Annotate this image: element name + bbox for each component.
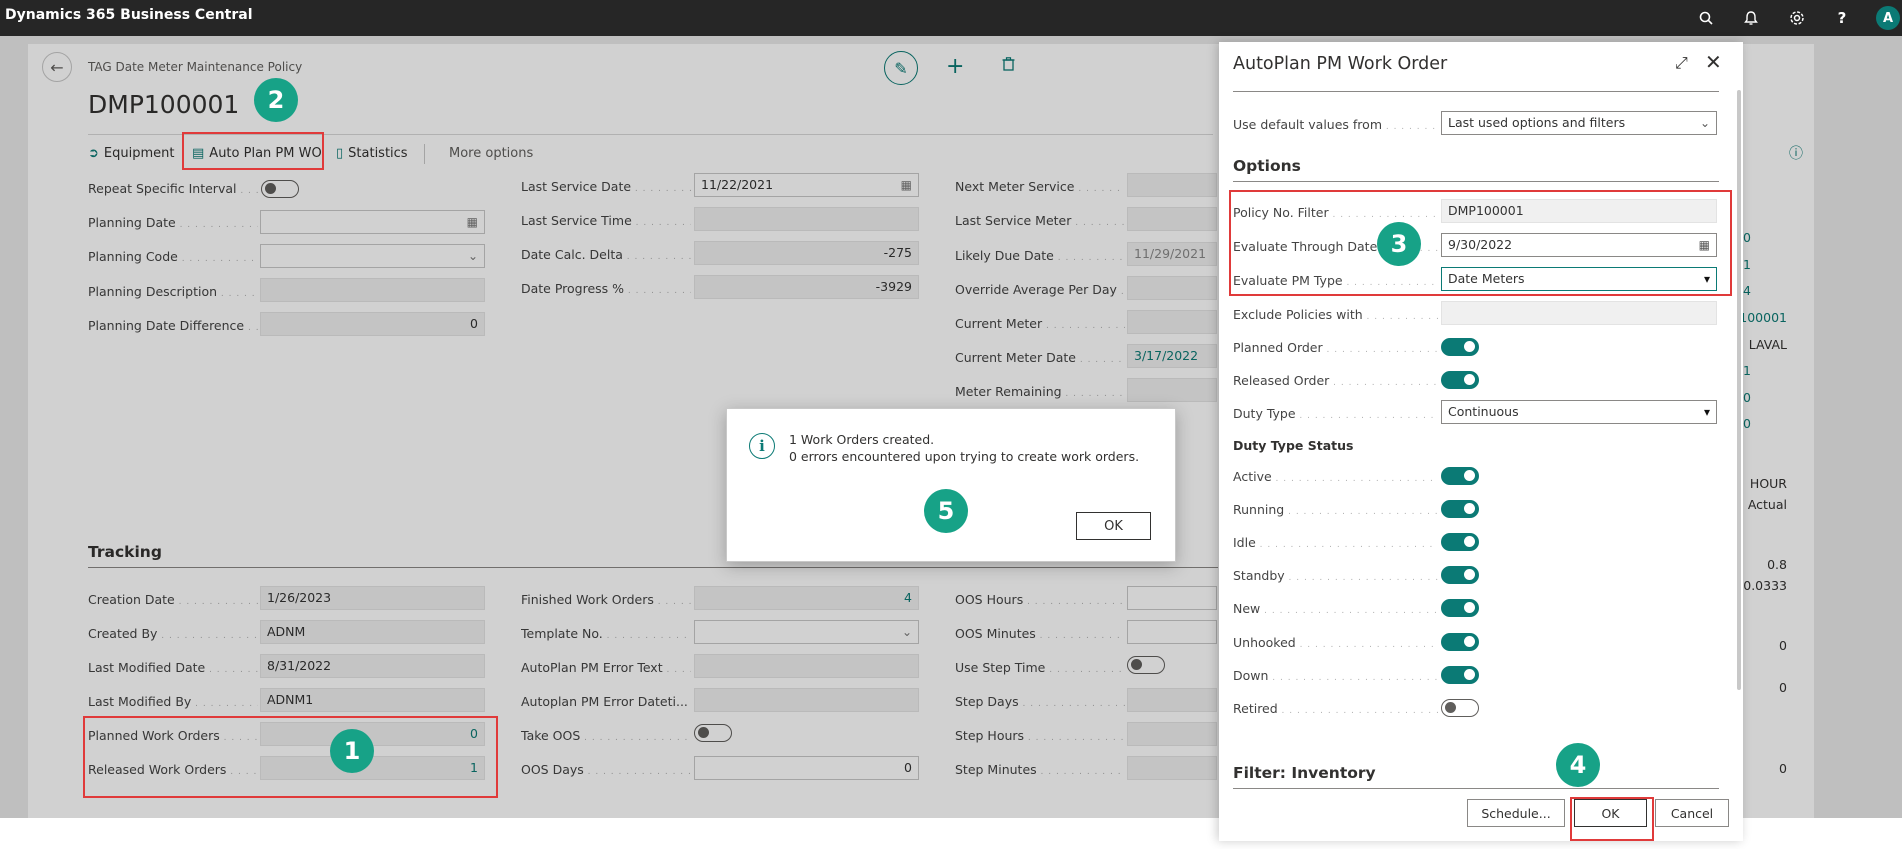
search-icon[interactable] (1696, 8, 1716, 28)
status-retired-label: Retired (1233, 701, 1438, 716)
status-down-toggle[interactable] (1441, 666, 1479, 684)
expand-icon[interactable]: ⤢ (1675, 53, 1688, 73)
status-standby-toggle[interactable] (1441, 566, 1479, 584)
status-standby-label: Standby (1233, 568, 1438, 583)
panel-scrollbar[interactable] (1737, 90, 1741, 690)
gear-icon[interactable] (1787, 8, 1807, 28)
status-unhooked-toggle[interactable] (1441, 633, 1479, 651)
duty-type-label: Duty Type (1233, 406, 1438, 421)
callout-5: 5 (924, 489, 968, 533)
status-down-label: Down (1233, 668, 1438, 683)
status-idle-label: Idle (1233, 535, 1438, 550)
planned-order-toggle[interactable] (1441, 338, 1479, 356)
help-icon[interactable]: ? (1832, 8, 1852, 28)
avatar[interactable]: A (1876, 6, 1900, 30)
default-values-label: Use default values from (1233, 117, 1438, 132)
released-order-toggle[interactable] (1441, 371, 1479, 389)
filter-divider (1233, 788, 1719, 789)
default-values-select[interactable]: Last used options and filters ⌄ (1441, 111, 1717, 135)
panel-title-divider (1233, 91, 1719, 92)
bell-icon[interactable] (1741, 8, 1761, 28)
panel-cancel-button[interactable]: Cancel (1655, 799, 1729, 827)
status-active-label: Active (1233, 469, 1438, 484)
top-bar: Dynamics 365 Business Central ? A (0, 0, 1902, 36)
info-icon: i (749, 433, 775, 459)
annotation-box-4 (1570, 797, 1654, 841)
chevron-down-icon: ⌄ (1699, 116, 1710, 130)
duty-type-value: Continuous (1448, 404, 1519, 419)
panel-title: AutoPlan PM Work Order (1233, 54, 1448, 74)
dialog-message-line: 1 Work Orders created. (789, 432, 935, 447)
callout-4: 4 (1556, 743, 1600, 787)
status-active-toggle[interactable] (1441, 467, 1479, 485)
close-icon[interactable]: ✕ (1705, 50, 1722, 74)
status-running-toggle[interactable] (1441, 500, 1479, 518)
dialog-ok-button[interactable]: OK (1076, 512, 1151, 540)
chevron-down-icon: ▾ (1703, 405, 1710, 419)
released-order-label: Released Order (1233, 373, 1438, 388)
callout-2: 2 (254, 78, 298, 122)
status-retired-toggle[interactable] (1441, 699, 1479, 717)
options-title[interactable]: Options (1233, 157, 1301, 175)
status-new-label: New (1233, 601, 1438, 616)
dialog-message: 1 Work Orders created. 0 errors encounte… (789, 431, 1139, 465)
status-new-toggle[interactable] (1441, 599, 1479, 617)
status-running-label: Running (1233, 502, 1438, 517)
dialog-message-line: 0 errors encountered upon trying to crea… (789, 449, 1140, 464)
autoplan-panel: AutoPlan PM Work Order ⤢ ✕ Use default v… (1219, 42, 1743, 841)
duty-type-select[interactable]: Continuous ▾ (1441, 400, 1717, 424)
annotation-box-1 (83, 716, 498, 798)
status-unhooked-label: Unhooked (1233, 635, 1438, 650)
status-idle-toggle[interactable] (1441, 533, 1479, 551)
panel-footer: Schedule... OK Cancel (1219, 799, 1743, 841)
default-values-value: Last used options and filters (1448, 115, 1626, 130)
schedule-button[interactable]: Schedule... (1467, 799, 1565, 827)
annotation-box-3 (1229, 190, 1732, 296)
app-title: Dynamics 365 Business Central (5, 7, 253, 23)
callout-3: 3 (1377, 222, 1421, 266)
planned-order-label: Planned Order (1233, 340, 1438, 355)
exclude-policies-label: Exclude Policies with (1233, 307, 1438, 322)
message-dialog: i 1 Work Orders created. 0 errors encoun… (726, 408, 1176, 562)
callout-1: 1 (330, 729, 374, 773)
exclude-policies-field[interactable] (1441, 301, 1717, 325)
options-divider (1233, 181, 1719, 182)
duty-status-title: Duty Type Status (1233, 438, 1354, 453)
annotation-box-2 (182, 132, 324, 170)
filter-inventory-title[interactable]: Filter: Inventory (1233, 764, 1376, 782)
